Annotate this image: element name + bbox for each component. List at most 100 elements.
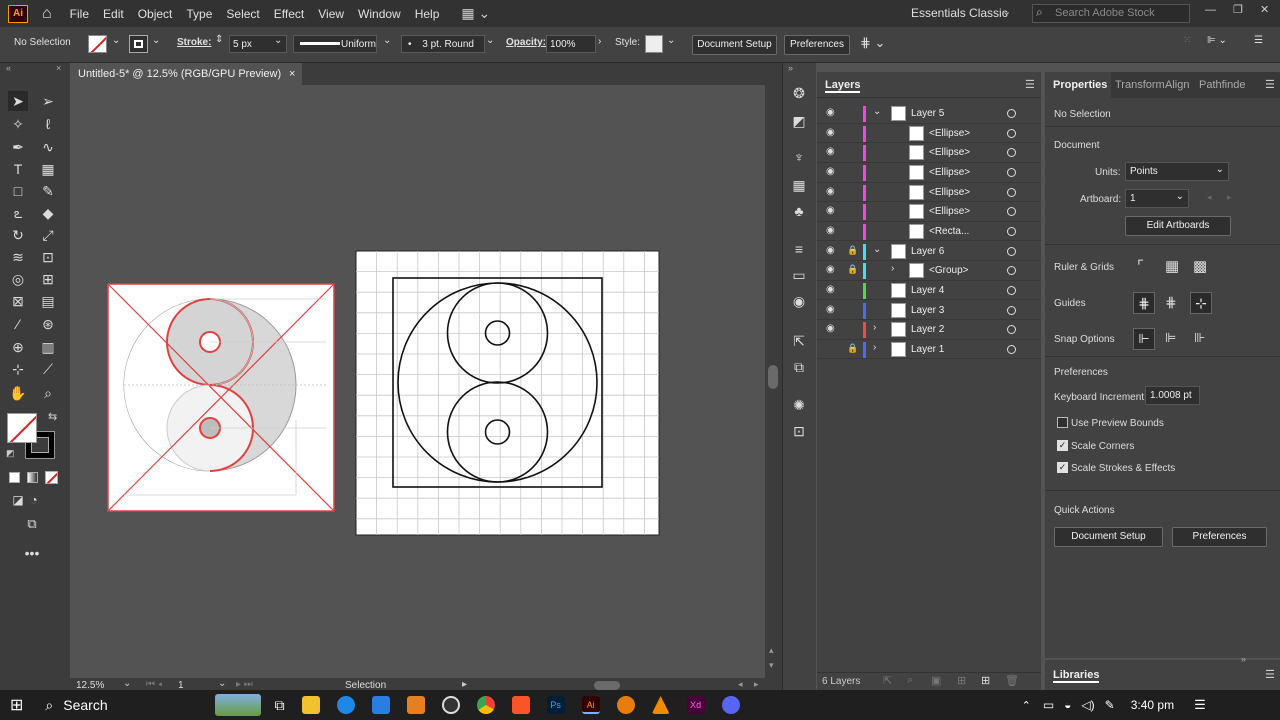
layer-row[interactable]: ◉ 🔒 ⌄ Layer 5	[817, 104, 1041, 124]
chevron-right-icon[interactable]: ›	[873, 342, 876, 353]
mesh-tool-icon[interactable]: ⊠	[8, 291, 28, 311]
visibility-eye-icon[interactable]: ◉	[826, 245, 835, 256]
layer-row[interactable]: ◉ 🔒 ⌄ Layer 6	[817, 242, 1041, 262]
lock-icon[interactable]: 🔒	[847, 127, 858, 138]
gradient-panel-icon[interactable]: ▭	[789, 265, 809, 285]
slice-tool-icon[interactable]: ⟋	[38, 359, 58, 379]
collapse-icon[interactable]: «	[6, 63, 11, 73]
artboard-canvas[interactable]	[70, 85, 765, 678]
collapse-icon[interactable]: »	[788, 63, 793, 73]
target-circle-icon[interactable]	[1007, 226, 1016, 236]
collapse-icon[interactable]: »	[1241, 654, 1246, 664]
opacity-label[interactable]: Opacity:	[506, 37, 546, 48]
free-transform-tool-icon[interactable]: ⊡	[38, 247, 58, 267]
minimize-icon[interactable]: —	[1205, 4, 1216, 16]
visibility-eye-icon[interactable]: ◉	[826, 205, 835, 216]
menu-help[interactable]: Help	[415, 7, 440, 21]
windows-start-icon[interactable]: ⊞	[10, 695, 23, 715]
menu-object[interactable]: Object	[138, 7, 173, 21]
home-icon[interactable]: ⌂	[42, 5, 52, 23]
layer-row[interactable]: ◉ 🔒 › <Group>	[817, 261, 1041, 281]
edit-artboards-button[interactable]: Edit Artboards	[1125, 216, 1231, 236]
close-icon[interactable]: ✕	[1260, 3, 1269, 16]
vlc-icon[interactable]	[651, 696, 670, 714]
fill-color-swatch[interactable]	[7, 413, 37, 443]
photoshop-icon[interactable]: Ps	[546, 696, 565, 714]
hand-tool-icon[interactable]: ✋	[8, 383, 28, 403]
visibility-eye-icon[interactable]: ◉	[826, 323, 835, 334]
panel-menu-icon[interactable]: ☰	[1265, 78, 1275, 91]
visibility-eye-icon[interactable]: ◉	[826, 264, 835, 275]
edit-toolbar-icon[interactable]: •••	[22, 543, 42, 563]
scroll-up-icon[interactable]: ▴	[769, 645, 774, 656]
visibility-eye-icon[interactable]: ◉	[826, 127, 835, 138]
eraser-tool-icon[interactable]: ◆	[38, 203, 58, 223]
chevron-down-icon[interactable]: ⌄	[383, 35, 391, 46]
target-circle-icon[interactable]	[1007, 128, 1016, 138]
tab-untitled-5[interactable]: Untitled-5* @ 12.5% (RGB/GPU Preview) ×	[70, 63, 302, 85]
layer-row[interactable]: ◉ 🔒 <Ellipse>	[817, 143, 1041, 163]
volume-icon[interactable]: ◁)	[1081, 698, 1094, 712]
arrange-documents-icon[interactable]: ▦ ⌄	[461, 5, 490, 22]
chevron-right-icon[interactable]: ›	[873, 322, 876, 333]
lock-icon[interactable]: 🔒	[847, 205, 858, 216]
screen-mode-icon[interactable]: ⧉	[22, 514, 42, 534]
lock-icon[interactable]: 🔒	[847, 264, 858, 275]
layer-name[interactable]: Layer 6	[911, 246, 944, 257]
layer-name[interactable]: Layer 5	[911, 108, 944, 119]
panel-menu-icon[interactable]: ☰	[1254, 35, 1263, 46]
tab-layers[interactable]: Layers	[825, 79, 861, 93]
scroll-left-icon[interactable]: ◂	[738, 679, 743, 690]
target-circle-icon[interactable]	[1007, 305, 1016, 315]
magic-wand-tool-icon[interactable]: ✧	[8, 114, 28, 134]
chevron-down-icon[interactable]: ⌄	[152, 35, 160, 46]
restore-icon[interactable]: ❐	[1233, 3, 1243, 16]
lock-icon[interactable]: 🔒	[847, 146, 858, 157]
variable-width-profile[interactable]: Uniform	[293, 35, 377, 53]
eyedropper-tool-icon[interactable]: ⁄	[8, 314, 28, 334]
new-layer-icon[interactable]: ⊞	[981, 674, 990, 687]
layer-name[interactable]: <Group>	[929, 265, 968, 276]
layer-row[interactable]: ◉ 🔒 <Ellipse>	[817, 124, 1041, 144]
color-mode-button[interactable]	[9, 472, 20, 483]
grid-tool-icon[interactable]: ▦	[38, 159, 58, 179]
target-circle-icon[interactable]	[1007, 246, 1016, 256]
close-icon[interactable]: ×	[56, 63, 61, 73]
visibility-eye-icon[interactable]: ◉	[826, 284, 835, 295]
layer-name[interactable]: Layer 2	[911, 324, 944, 335]
scroll-right-icon[interactable]: ▸	[754, 679, 759, 690]
discord-icon[interactable]	[721, 696, 740, 714]
battery-icon[interactable]: ▭	[1043, 698, 1054, 712]
transparency-grid-icon[interactable]: ▩	[1193, 257, 1207, 275]
perspective-grid-tool-icon[interactable]: ⊞	[38, 269, 58, 289]
layer-row[interactable]: 🔒 › Layer 1	[817, 340, 1041, 360]
layer-name[interactable]: Layer 4	[911, 285, 944, 296]
stepper-icon[interactable]: ⇕	[215, 34, 223, 45]
layer-row[interactable]: ◉ 🔒 Layer 4	[817, 281, 1041, 301]
scroll-down-icon[interactable]: ▾	[769, 660, 774, 671]
tab-properties[interactable]: Properties	[1053, 79, 1107, 91]
draw-inside-icon[interactable]: ◔	[24, 490, 44, 510]
gradient-mode-button[interactable]	[27, 472, 38, 483]
menu-effect[interactable]: Effect	[274, 7, 304, 21]
visibility-eye-icon[interactable]: ◉	[826, 225, 835, 236]
target-circle-icon[interactable]	[1007, 285, 1016, 295]
system-clock[interactable]: 3:40 pm	[1131, 698, 1174, 712]
notifications-icon[interactable]: ☰	[1194, 697, 1206, 713]
layer-name[interactable]: <Recta...	[929, 226, 969, 237]
lock-guides-icon[interactable]: ⋕	[1165, 294, 1177, 311]
target-circle-icon[interactable]	[1007, 167, 1016, 177]
artboard-tool-icon[interactable]: ⊹	[8, 359, 28, 379]
chevron-down-icon[interactable]: ⌄	[667, 35, 675, 46]
swatches-panel-icon[interactable]: ▦	[789, 175, 809, 195]
visibility-eye-icon[interactable]: ◉	[826, 166, 835, 177]
close-tab-icon[interactable]: ×	[289, 63, 295, 85]
visibility-eye-icon[interactable]: ◉	[826, 146, 835, 157]
chevron-right-icon[interactable]: ›	[891, 263, 894, 274]
column-graph-tool-icon[interactable]: ▥	[38, 337, 58, 357]
align-panel-icon[interactable]: ⊫ ⌄	[1207, 35, 1227, 46]
layer-name[interactable]: Layer 1	[911, 344, 944, 355]
chevron-down-icon[interactable]: ⌄	[123, 678, 131, 689]
layer-row[interactable]: ◉ 🔒 <Ellipse>	[817, 183, 1041, 203]
stroke-panel-icon[interactable]: ≡	[789, 239, 809, 259]
